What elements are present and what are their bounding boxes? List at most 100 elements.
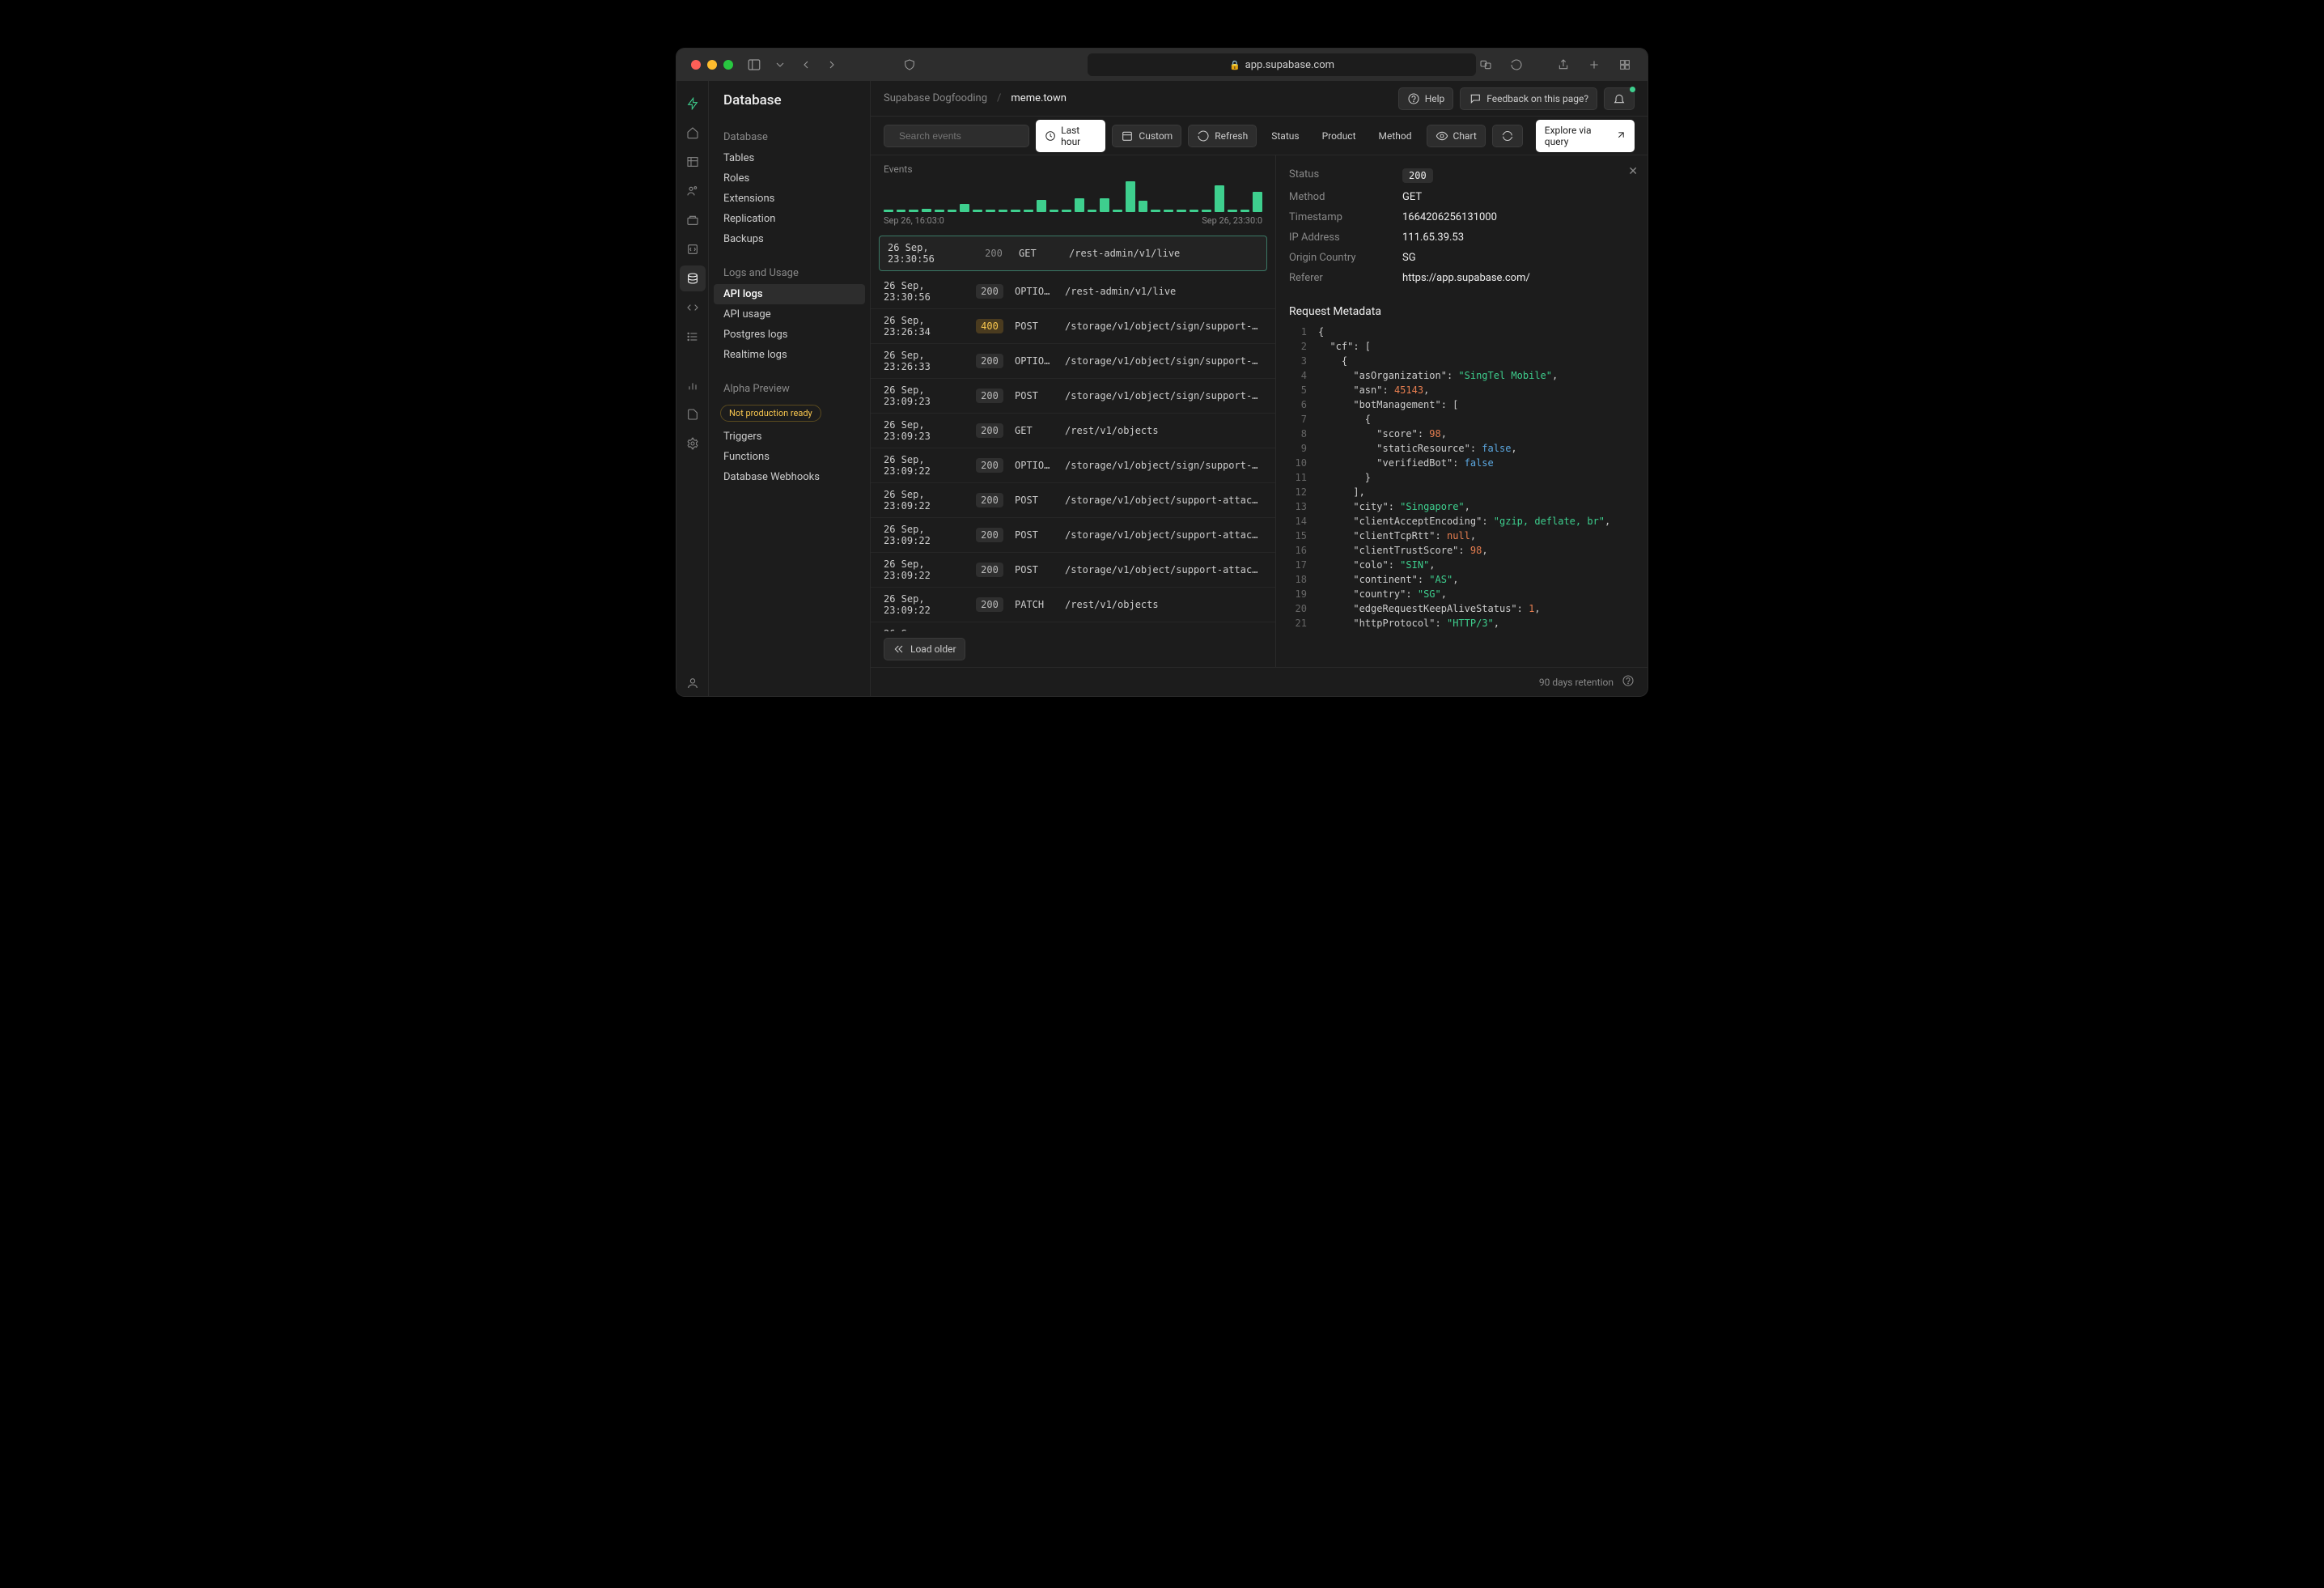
- nav-settings-icon[interactable]: [680, 431, 706, 456]
- nav-api-icon[interactable]: [680, 295, 706, 321]
- nav-account-icon[interactable]: [680, 670, 706, 696]
- chart-bar[interactable]: [1177, 210, 1186, 212]
- chart-bar[interactable]: [999, 210, 1008, 212]
- request-metadata-code[interactable]: 1{2 "cf": [3 {4 "asOrganization": "SingT…: [1276, 325, 1648, 667]
- nav-docs-icon[interactable]: [680, 401, 706, 427]
- chart-bars[interactable]: [884, 180, 1262, 212]
- load-older-button[interactable]: Load older: [884, 638, 965, 660]
- new-tab-icon[interactable]: [1586, 57, 1602, 73]
- translate-icon[interactable]: [1478, 57, 1494, 73]
- custom-range-button[interactable]: Custom: [1112, 125, 1181, 147]
- chart-bar[interactable]: [935, 210, 944, 212]
- nav-storage-icon[interactable]: [680, 207, 706, 233]
- chart-bar[interactable]: [1215, 185, 1224, 212]
- log-row[interactable]: 26 Sep, 23:09:22200PATCH/rest/v1/objects: [871, 588, 1275, 622]
- forward-button[interactable]: [824, 57, 840, 73]
- chart-bar[interactable]: [1202, 210, 1211, 212]
- chart-bar[interactable]: [1126, 181, 1135, 212]
- chart-bar[interactable]: [1164, 210, 1173, 212]
- chart-bar[interactable]: [1253, 192, 1262, 212]
- log-table[interactable]: 26 Sep, 23:30:56200GET/rest-admin/v1/liv…: [871, 232, 1275, 631]
- log-row[interactable]: 26 Sep, 23:30:56200OPTIO…/rest-admin/v1/…: [871, 274, 1275, 309]
- close-window-button[interactable]: [691, 60, 701, 70]
- sidebar-item-postgres-logs[interactable]: Postgres logs: [709, 325, 870, 345]
- search-input[interactable]: [884, 125, 1029, 147]
- product-filter[interactable]: Product: [1314, 126, 1364, 146]
- chart-bar[interactable]: [986, 210, 995, 212]
- chart-bar[interactable]: [948, 210, 957, 212]
- reload-icon[interactable]: [1508, 57, 1525, 73]
- nav-home-icon[interactable]: [680, 120, 706, 146]
- chart-bar[interactable]: [1139, 201, 1148, 212]
- chart-bar[interactable]: [1100, 198, 1109, 212]
- sidebar-item-tables[interactable]: Tables: [709, 148, 870, 168]
- url-bar[interactable]: 🔒 app.supabase.com: [1088, 53, 1476, 76]
- help-icon[interactable]: [1622, 674, 1635, 690]
- nav-auth-icon[interactable]: [680, 178, 706, 204]
- tabs-icon[interactable]: [1617, 57, 1633, 73]
- sidebar-item-triggers[interactable]: Triggers: [709, 427, 870, 447]
- sidebar-item-extensions[interactable]: Extensions: [709, 189, 870, 209]
- share-icon[interactable]: [1555, 57, 1571, 73]
- help-button[interactable]: Help: [1398, 87, 1454, 110]
- chart-bar[interactable]: [1024, 210, 1033, 212]
- nav-edge-icon[interactable]: [680, 236, 706, 262]
- log-row[interactable]: 26 Sep, 23:09:22200PATCH/rest/v1/objects: [871, 622, 1275, 631]
- log-row[interactable]: 26 Sep, 23:09:22200OPTIO…/storage/v1/obj…: [871, 448, 1275, 483]
- nav-reports-icon[interactable]: [680, 372, 706, 398]
- chart-bar[interactable]: [1088, 210, 1097, 212]
- log-row[interactable]: 26 Sep, 23:30:56200GET/rest-admin/v1/liv…: [879, 236, 1267, 271]
- chart-bar[interactable]: [1075, 198, 1084, 212]
- chart-bar[interactable]: [960, 204, 969, 212]
- sidebar-item-replication[interactable]: Replication: [709, 209, 870, 229]
- chart-bar[interactable]: [884, 210, 893, 212]
- explore-query-button[interactable]: Explore via query: [1536, 120, 1635, 152]
- log-row[interactable]: 26 Sep, 23:09:23200GET/rest/v1/objects: [871, 414, 1275, 448]
- sidebar-toggle-icon[interactable]: [746, 57, 762, 73]
- log-row[interactable]: 26 Sep, 23:09:22200POST/storage/v1/objec…: [871, 518, 1275, 553]
- chart-bar[interactable]: [1050, 210, 1059, 212]
- sidebar-item-realtime-logs[interactable]: Realtime logs: [709, 345, 870, 365]
- chart-bar[interactable]: [1190, 210, 1199, 212]
- chevron-down-icon[interactable]: [772, 57, 788, 73]
- chart-bar[interactable]: [1011, 210, 1020, 212]
- nav-database-icon[interactable]: [680, 265, 706, 291]
- back-button[interactable]: [798, 57, 814, 73]
- chart-bar[interactable]: [1151, 210, 1160, 212]
- chart-toggle[interactable]: Chart: [1427, 125, 1486, 147]
- nav-list-icon[interactable]: [680, 324, 706, 350]
- breadcrumb-project[interactable]: meme.town: [1011, 92, 1067, 104]
- sidebar-item-database-webhooks[interactable]: Database Webhooks: [709, 467, 870, 487]
- status-filter[interactable]: Status: [1263, 126, 1307, 146]
- chart-bar[interactable]: [1113, 210, 1122, 212]
- method-filter[interactable]: Method: [1371, 126, 1420, 146]
- chart-bar[interactable]: [1062, 210, 1071, 212]
- breadcrumb-org[interactable]: Supabase Dogfooding: [884, 92, 987, 104]
- sidebar-item-api-logs[interactable]: API logs: [714, 284, 865, 304]
- sidebar-item-api-usage[interactable]: API usage: [709, 304, 870, 325]
- last-hour-button[interactable]: Last hour: [1036, 120, 1105, 152]
- shield-icon[interactable]: [901, 57, 918, 73]
- close-detail-button[interactable]: ✕: [1628, 165, 1638, 178]
- log-row[interactable]: 26 Sep, 23:09:22200POST/storage/v1/objec…: [871, 553, 1275, 588]
- feedback-button[interactable]: Feedback on this page?: [1460, 87, 1597, 110]
- sidebar-item-backups[interactable]: Backups: [709, 229, 870, 249]
- notifications-button[interactable]: [1604, 87, 1635, 110]
- refresh-button[interactable]: Refresh: [1188, 125, 1257, 147]
- chart-bar[interactable]: [909, 210, 918, 212]
- log-row[interactable]: 26 Sep, 23:09:23200POST/storage/v1/objec…: [871, 379, 1275, 414]
- brand-logo[interactable]: [680, 91, 706, 117]
- chart-bar[interactable]: [973, 210, 982, 212]
- minimize-window-button[interactable]: [707, 60, 717, 70]
- chart-bar[interactable]: [1240, 210, 1250, 212]
- log-row[interactable]: 26 Sep, 23:26:34400POST/storage/v1/objec…: [871, 309, 1275, 344]
- chart-bar[interactable]: [1037, 200, 1046, 212]
- chart-bar[interactable]: [1228, 210, 1237, 212]
- maximize-window-button[interactable]: [723, 60, 733, 70]
- sidebar-item-functions[interactable]: Functions: [709, 447, 870, 467]
- sidebar-item-roles[interactable]: Roles: [709, 168, 870, 189]
- sync-button[interactable]: [1492, 125, 1523, 147]
- log-row[interactable]: 26 Sep, 23:09:22200POST/storage/v1/objec…: [871, 483, 1275, 518]
- chart-bar[interactable]: [897, 210, 906, 212]
- log-row[interactable]: 26 Sep, 23:26:33200OPTIO…/storage/v1/obj…: [871, 344, 1275, 379]
